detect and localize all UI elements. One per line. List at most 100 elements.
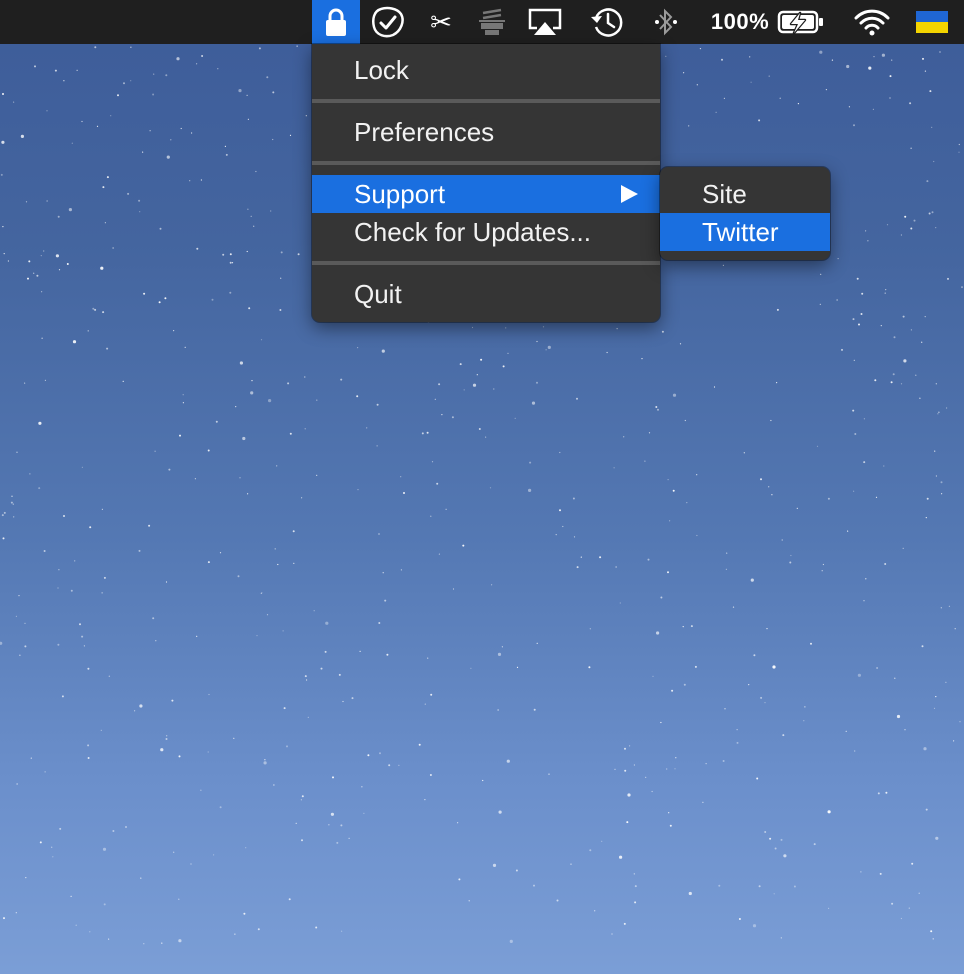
menu-item-quit[interactable]: Quit [312, 275, 660, 313]
star [41, 291, 43, 293]
star [357, 489, 359, 491]
star [875, 496, 878, 498]
star [224, 145, 226, 147]
star [793, 885, 796, 888]
airplay-menu-extra[interactable] [522, 0, 568, 44]
star [924, 70, 927, 72]
star [140, 877, 142, 879]
star [497, 709, 499, 711]
star [732, 606, 735, 608]
star [328, 824, 330, 826]
menu-item-check-for-updates[interactable]: Check for Updates... [312, 213, 660, 251]
star [492, 863, 497, 868]
submenu-item-site[interactable]: Site [660, 175, 830, 213]
star [657, 408, 659, 411]
task-check-menu-extra[interactable] [366, 0, 410, 44]
star [624, 769, 627, 772]
star [2, 226, 4, 228]
star [946, 407, 948, 409]
star [196, 635, 198, 637]
star [2, 537, 5, 540]
star [367, 754, 370, 757]
star [235, 406, 237, 408]
star [273, 784, 275, 786]
star [138, 549, 141, 552]
menu-item-lock[interactable]: Lock [312, 51, 660, 89]
star [828, 907, 830, 910]
wifi-menu-extra[interactable] [846, 0, 898, 44]
star [279, 309, 282, 311]
star [852, 409, 855, 412]
star [424, 703, 426, 705]
star [931, 126, 933, 128]
star [958, 151, 960, 153]
battery-percentage[interactable]: 100% [704, 0, 776, 44]
star [683, 683, 686, 686]
star [10, 501, 13, 504]
star [918, 892, 920, 894]
star [910, 329, 913, 331]
star [76, 69, 78, 71]
star [937, 413, 939, 415]
star [669, 824, 672, 827]
star [810, 642, 812, 645]
time-machine-menu-extra[interactable] [584, 0, 630, 44]
bluetooth-menu-extra[interactable] [644, 0, 688, 44]
star [932, 938, 934, 940]
star [576, 397, 578, 400]
star [910, 147, 912, 149]
star [768, 75, 770, 77]
star [533, 884, 535, 887]
submenu-item-twitter[interactable]: Twitter [660, 213, 830, 251]
star [959, 721, 961, 723]
star [170, 139, 172, 141]
star [865, 578, 867, 580]
star [0, 173, 3, 176]
star [81, 466, 83, 468]
menu-item-label: Site [702, 178, 747, 209]
lock-menu-extra[interactable] [312, 0, 360, 44]
star [213, 854, 215, 856]
star [282, 630, 284, 632]
star [891, 59, 893, 61]
star [16, 451, 18, 453]
star [961, 286, 963, 289]
input-source-menu-extra[interactable] [910, 0, 954, 44]
star [771, 494, 773, 496]
star [904, 215, 907, 218]
star [196, 247, 199, 250]
star [400, 476, 402, 478]
menu-item-label: Lock [354, 54, 409, 85]
menu-item-support[interactable]: Support [312, 175, 660, 213]
star [858, 323, 860, 326]
star [529, 461, 532, 464]
scissors-menu-extra[interactable]: ✂ [418, 0, 464, 44]
star [130, 80, 132, 82]
star [200, 179, 202, 181]
star [149, 130, 151, 132]
star [629, 745, 631, 747]
star [572, 497, 575, 500]
battery-menu-extra[interactable] [774, 0, 828, 44]
star [872, 108, 875, 110]
star [660, 596, 663, 599]
star [462, 544, 465, 547]
star [770, 419, 772, 422]
star [820, 273, 822, 275]
star [89, 526, 92, 529]
star [274, 548, 276, 550]
star [152, 617, 155, 620]
stamp-menu-extra[interactable] [470, 0, 514, 44]
star [919, 397, 921, 399]
star [148, 524, 151, 527]
star [83, 645, 85, 647]
star [682, 626, 684, 628]
star [780, 838, 783, 841]
scissors-icon: ✂ [430, 6, 452, 37]
star [722, 760, 725, 762]
star [18, 595, 20, 597]
star [239, 361, 243, 365]
star [159, 227, 162, 230]
star [896, 714, 901, 719]
menu-item-preferences[interactable]: Preferences [312, 113, 660, 151]
